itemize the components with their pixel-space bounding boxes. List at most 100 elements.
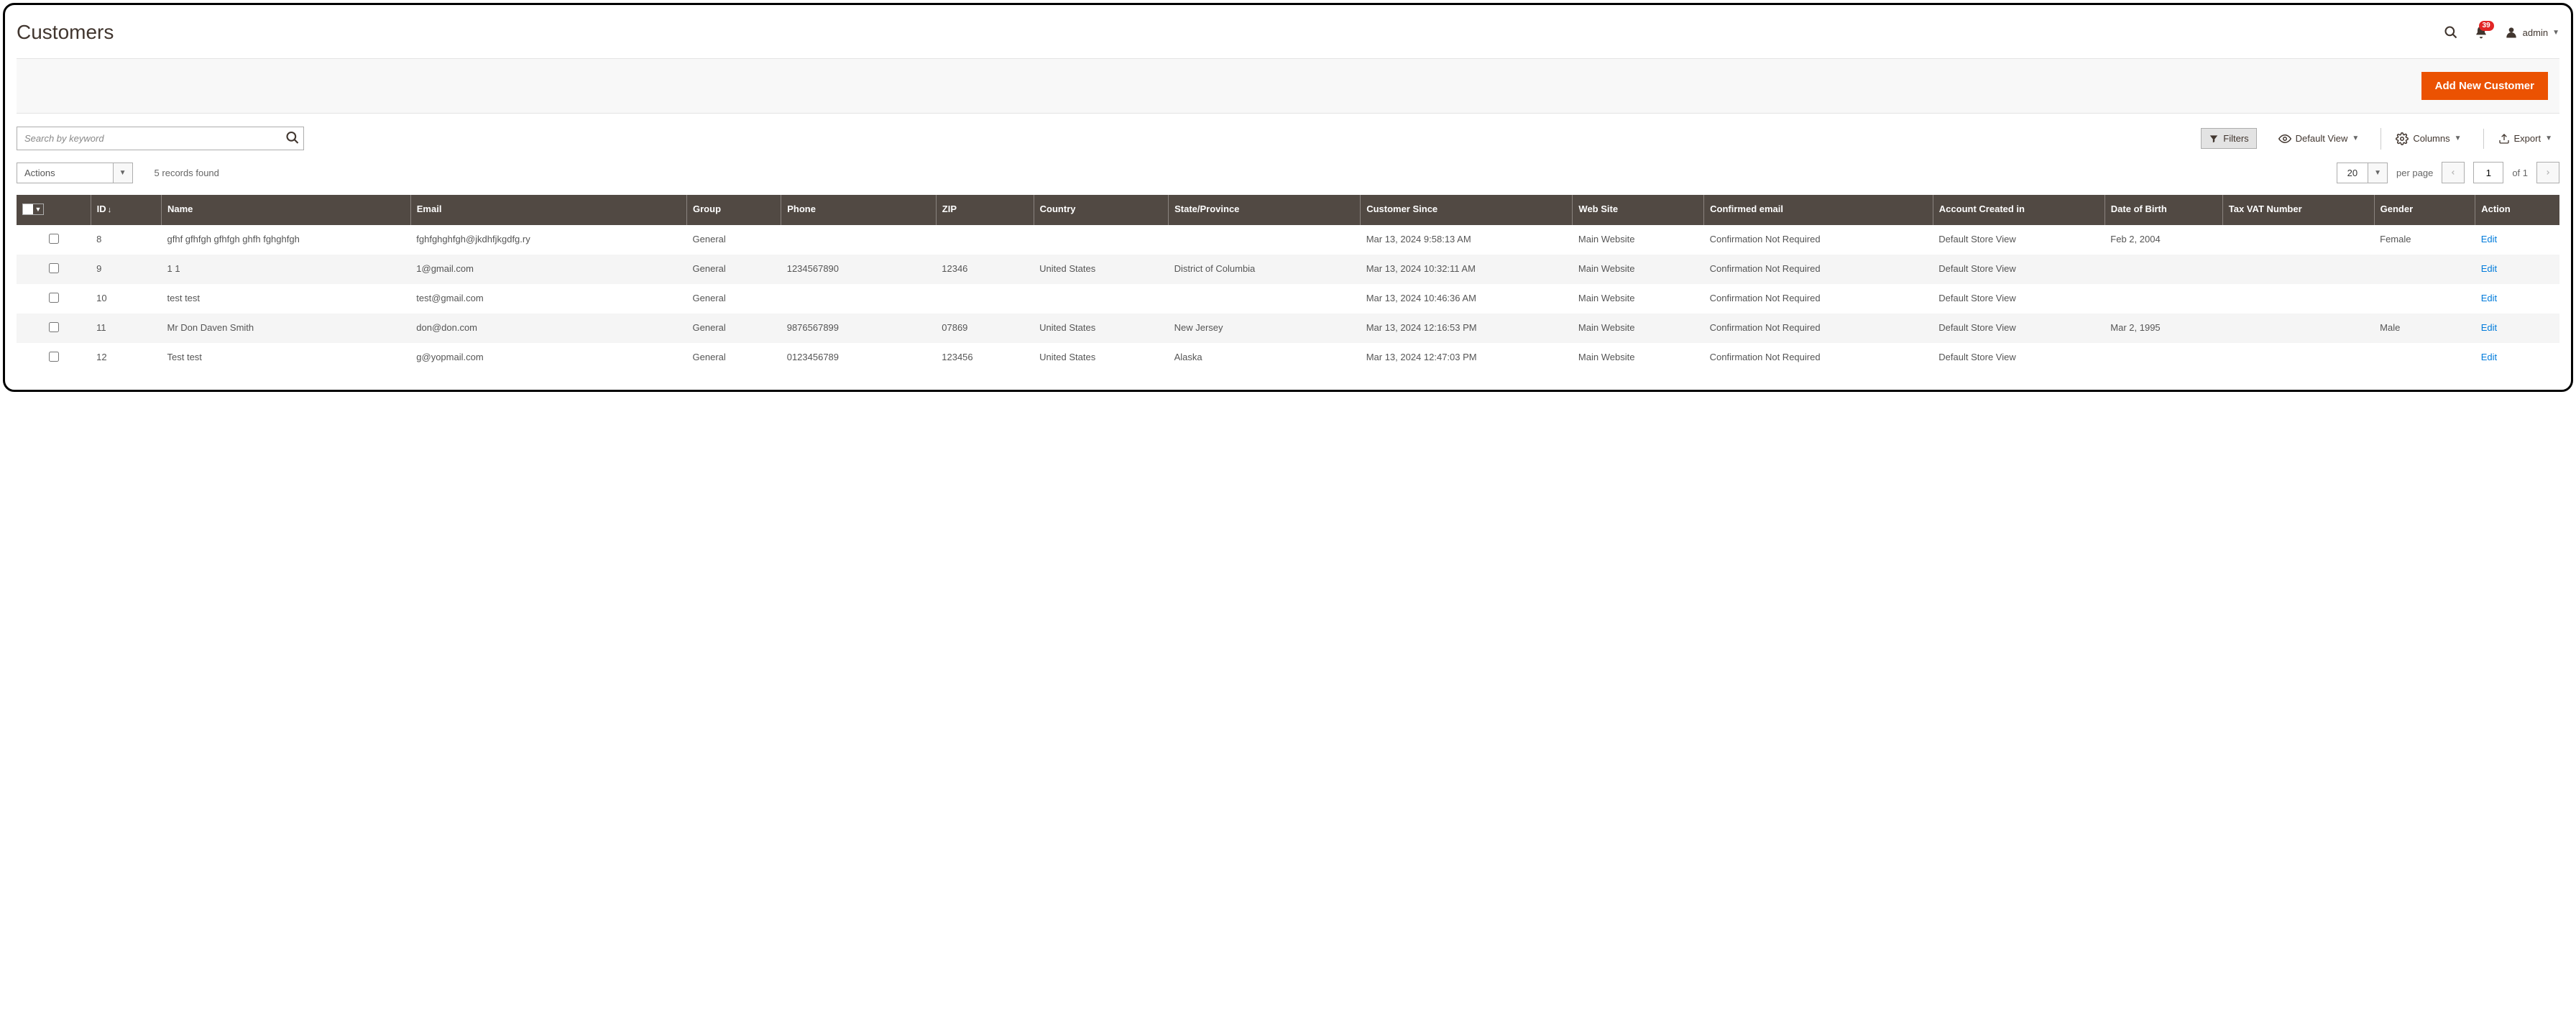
table-body: 8gfhf gfhfgh gfhfgh ghfh fghghfghfghfghg… — [17, 225, 2559, 372]
search-button[interactable] — [285, 130, 300, 147]
cell-id: 12 — [91, 343, 161, 372]
user-icon — [2504, 25, 2518, 40]
col-country[interactable]: Country — [1034, 195, 1168, 225]
chevron-down-icon: ▼ — [2455, 134, 2462, 142]
actions-dropdown[interactable]: Actions ▼ — [17, 163, 133, 183]
col-dob[interactable]: Date of Birth — [2104, 195, 2222, 225]
table-row[interactable]: 8gfhf gfhfgh gfhfgh ghfh fghghfghfghfghg… — [17, 225, 2559, 255]
search-icon — [285, 130, 300, 145]
filters-button[interactable]: Filters — [2201, 128, 2256, 149]
col-email[interactable]: Email — [410, 195, 686, 225]
edit-link[interactable]: Edit — [2481, 322, 2497, 333]
cell-gender — [2374, 284, 2475, 314]
cell-email: test@gmail.com — [410, 284, 686, 314]
cell-email: g@yopmail.com — [410, 343, 686, 372]
next-page-button[interactable] — [2536, 162, 2559, 183]
table-row[interactable]: 10test testtest@gmail.comGeneralMar 13, … — [17, 284, 2559, 314]
page-container: Customers 39 admin ▼ Add New Customer — [3, 3, 2573, 392]
chevron-down-icon: ▼ — [2368, 163, 2387, 183]
row-checkbox[interactable] — [49, 263, 59, 273]
columns-button[interactable]: Columns ▼ — [2380, 128, 2468, 150]
cell-country — [1034, 284, 1168, 314]
col-group[interactable]: Group — [687, 195, 781, 225]
cell-state — [1169, 225, 1361, 255]
col-customer-since[interactable]: Customer Since — [1361, 195, 1573, 225]
table-row[interactable]: 11Mr Don Daven Smithdon@don.comGeneral98… — [17, 314, 2559, 343]
col-account-created-in[interactable]: Account Created in — [1933, 195, 2104, 225]
cell-confirmed_email: Confirmation Not Required — [1704, 343, 1933, 372]
search-input[interactable] — [17, 127, 304, 150]
notifications-icon[interactable]: 39 — [2474, 25, 2488, 40]
select-all-header[interactable]: ▼ — [17, 195, 91, 225]
col-state[interactable]: State/Province — [1169, 195, 1361, 225]
edit-link[interactable]: Edit — [2481, 352, 2497, 362]
eye-icon — [2278, 132, 2291, 145]
records-found-text: 5 records found — [155, 168, 219, 178]
default-view-button[interactable]: Default View ▼ — [2271, 128, 2367, 150]
export-icon — [2498, 133, 2510, 145]
col-gender[interactable]: Gender — [2374, 195, 2475, 225]
export-button[interactable]: Export ▼ — [2483, 129, 2559, 149]
cell-phone: 9876567899 — [781, 314, 937, 343]
cell-gender — [2374, 255, 2475, 284]
cell-country: United States — [1034, 343, 1168, 372]
row-checkbox[interactable] — [49, 293, 59, 303]
search-icon[interactable] — [2444, 25, 2458, 40]
edit-link[interactable]: Edit — [2481, 293, 2497, 303]
admin-user-menu[interactable]: admin ▼ — [2504, 25, 2559, 40]
table-head: ▼ ID↓ Name Email Group Phone ZIP Country… — [17, 195, 2559, 225]
col-id[interactable]: ID↓ — [91, 195, 161, 225]
row-checkbox[interactable] — [49, 234, 59, 244]
row-checkbox[interactable] — [49, 352, 59, 362]
sub-toolbar-left: Actions ▼ 5 records found — [17, 163, 219, 183]
col-web-site[interactable]: Web Site — [1573, 195, 1704, 225]
chevron-down-icon: ▼ — [113, 163, 132, 183]
cell-dob — [2104, 284, 2222, 314]
row-checkbox[interactable] — [49, 322, 59, 332]
cell-confirmed_email: Confirmation Not Required — [1704, 225, 1933, 255]
primary-actions-bar: Add New Customer — [17, 59, 2559, 114]
col-phone[interactable]: Phone — [781, 195, 937, 225]
cell-customer_since: Mar 13, 2024 10:32:11 AM — [1361, 255, 1573, 284]
cell-phone — [781, 284, 937, 314]
prev-page-button[interactable] — [2442, 162, 2465, 183]
cell-customer_since: Mar 13, 2024 10:46:36 AM — [1361, 284, 1573, 314]
view-controls: Filters Default View ▼ Columns ▼ Export … — [2201, 128, 2559, 150]
cell-zip — [936, 284, 1034, 314]
add-new-customer-button[interactable]: Add New Customer — [2421, 72, 2548, 100]
page-number-input[interactable] — [2473, 162, 2503, 183]
cell-state: Alaska — [1169, 343, 1361, 372]
filters-label: Filters — [2223, 133, 2248, 144]
cell-customer_since: Mar 13, 2024 12:16:53 PM — [1361, 314, 1573, 343]
per-page-value: 20 — [2337, 163, 2368, 183]
cell-country — [1034, 225, 1168, 255]
cell-gender: Female — [2374, 225, 2475, 255]
header-actions: 39 admin ▼ — [2444, 25, 2559, 40]
col-action[interactable]: Action — [2475, 195, 2559, 225]
cell-name: test test — [162, 284, 411, 314]
col-tax-vat[interactable]: Tax VAT Number — [2222, 195, 2374, 225]
col-name[interactable]: Name — [162, 195, 411, 225]
table-row[interactable]: 91 11@gmail.comGeneral123456789012346Uni… — [17, 255, 2559, 284]
sort-arrow-icon: ↓ — [108, 206, 112, 214]
cell-id: 9 — [91, 255, 161, 284]
cell-tax_vat — [2222, 284, 2374, 314]
per-page-select[interactable]: 20 ▼ — [2337, 163, 2388, 183]
cell-account_created_in: Default Store View — [1933, 225, 2104, 255]
select-all-checkbox[interactable]: ▼ — [22, 203, 44, 215]
table-row[interactable]: 12Test testg@yopmail.comGeneral012345678… — [17, 343, 2559, 372]
col-zip[interactable]: ZIP — [936, 195, 1034, 225]
cell-account_created_in: Default Store View — [1933, 314, 2104, 343]
edit-link[interactable]: Edit — [2481, 234, 2497, 244]
cell-dob: Feb 2, 2004 — [2104, 225, 2222, 255]
cell-web_site: Main Website — [1573, 343, 1704, 372]
notification-badge: 39 — [2479, 21, 2494, 31]
cell-zip: 07869 — [936, 314, 1034, 343]
cell-gender: Male — [2374, 314, 2475, 343]
edit-link[interactable]: Edit — [2481, 263, 2497, 274]
cell-gender — [2374, 343, 2475, 372]
cell-tax_vat — [2222, 314, 2374, 343]
cell-dob — [2104, 255, 2222, 284]
col-confirmed-email[interactable]: Confirmed email — [1704, 195, 1933, 225]
customers-table: ▼ ID↓ Name Email Group Phone ZIP Country… — [17, 195, 2559, 372]
